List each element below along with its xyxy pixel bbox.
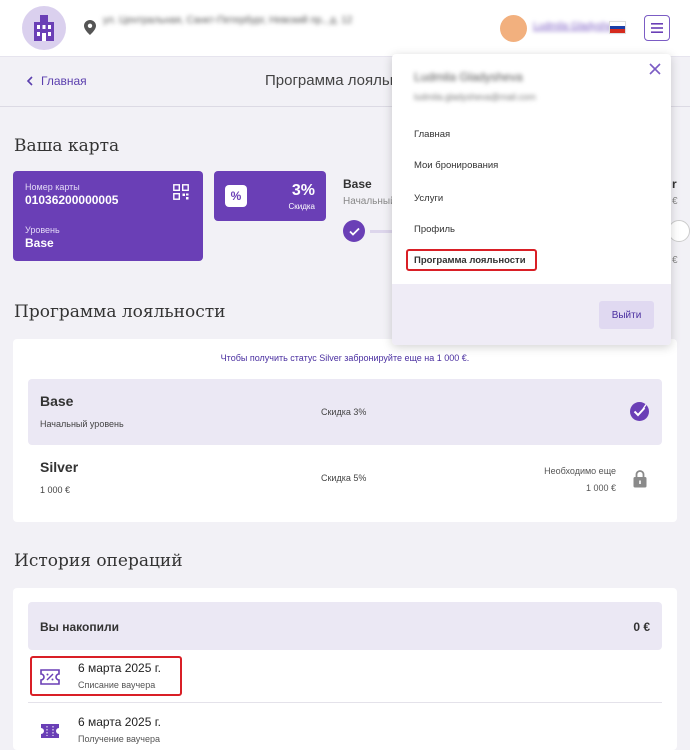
- close-icon[interactable]: [648, 62, 662, 81]
- lock-icon: [633, 469, 647, 493]
- discount-label: Скидка: [288, 202, 315, 211]
- tier-name: Base: [40, 393, 74, 409]
- card-number-label: Номер карты: [25, 182, 80, 192]
- menu-user-name: Ludmila Gladysheva: [414, 70, 523, 84]
- tier-requirement: Необходимо еще 1 000 €: [544, 463, 616, 497]
- tier-name: Silver: [40, 459, 79, 475]
- tier-sub: Начальный уровень: [40, 419, 124, 429]
- check-badge-icon: [629, 401, 650, 427]
- back-link-label: Главная: [41, 74, 87, 88]
- tier-requirement-value: 1 000 €: [585, 483, 616, 493]
- voucher-filled-icon: [39, 723, 61, 744]
- accumulated-label: Вы накопили: [40, 620, 119, 634]
- menu-item-home[interactable]: Главная: [414, 129, 450, 140]
- progress-next-name-fragment: r: [672, 177, 677, 191]
- menu-item-services[interactable]: Услуги: [414, 193, 443, 204]
- progress-level-name: Base: [343, 177, 372, 191]
- tier-requirement-label: Необходимо еще: [544, 466, 616, 476]
- qr-code-icon[interactable]: [173, 184, 189, 205]
- progress-next-value-fragment: €: [672, 255, 678, 266]
- list-item[interactable]: 6 марта 2025 г. Получение ваучера: [28, 710, 662, 750]
- loyalty-panel: Чтобы получить статус Silver забронируйт…: [13, 339, 677, 522]
- progress-check-icon: [343, 220, 365, 242]
- menu-footer: Выйти: [392, 284, 671, 345]
- discount-value: 3%: [291, 182, 315, 199]
- hotel-logo[interactable]: [22, 6, 66, 50]
- accumulated-row: Вы накопили 0 €: [28, 602, 662, 650]
- language-flag-icon[interactable]: [609, 21, 626, 34]
- location-pin-icon: [84, 20, 96, 40]
- menu-item-profile[interactable]: Профиль: [414, 224, 455, 235]
- tier-sub: 1 000 €: [40, 485, 71, 495]
- back-link[interactable]: Главная: [26, 74, 87, 88]
- tier-discount: Скидка 3%: [321, 407, 367, 417]
- hotel-address: ул. Центральная, Санкт-Петербург, Невски…: [103, 15, 353, 26]
- tier-discount: Скидка 5%: [321, 473, 367, 483]
- card-level-label: Уровень: [25, 225, 60, 235]
- highlight-menu-item: [406, 249, 537, 271]
- avatar[interactable]: [500, 15, 527, 42]
- progress-level-sub: Начальный: [343, 196, 396, 207]
- loyalty-section-title: Программа лояльности: [14, 302, 226, 322]
- user-menu-dropdown: Ludmila Gladysheva ludmila.gladysheva@ma…: [392, 54, 671, 345]
- status-notice: Чтобы получить статус Silver забронируйт…: [220, 353, 470, 363]
- hamburger-icon: [651, 23, 663, 33]
- accumulated-value: 0 €: [633, 620, 650, 634]
- card-level: Base: [25, 236, 54, 250]
- top-header: ул. Центральная, Санкт-Петербург, Невски…: [0, 0, 690, 57]
- progress-next-sub-fragment: €: [672, 196, 678, 207]
- tier-base: Base Начальный уровень Скидка 3%: [28, 379, 662, 445]
- history-section-title: История операций: [14, 551, 183, 571]
- progress-next-circle: [668, 220, 690, 242]
- divider: [28, 702, 662, 703]
- card-section-title: Ваша карта: [14, 136, 120, 156]
- card-number: 01036200000005: [25, 193, 119, 207]
- discount-card: % 3% Скидка: [214, 171, 326, 221]
- menu-user-email: ludmila.gladysheva@mail.com: [414, 92, 536, 102]
- menu-item-bookings[interactable]: Мои бронирования: [414, 160, 498, 171]
- percent-icon: %: [225, 185, 247, 207]
- chevron-left-icon: [26, 76, 33, 86]
- tier-silver: Silver 1 000 € Скидка 5% Необходимо еще …: [28, 445, 662, 511]
- highlight-operation: [30, 656, 182, 696]
- operation-date: 6 марта 2025 г.: [78, 715, 161, 729]
- logout-button[interactable]: Выйти: [599, 301, 654, 329]
- menu-button[interactable]: [644, 15, 670, 41]
- operation-desc: Получение ваучера: [78, 734, 161, 744]
- loyalty-card: Номер карты 01036200000005 Уровень Base: [13, 171, 203, 261]
